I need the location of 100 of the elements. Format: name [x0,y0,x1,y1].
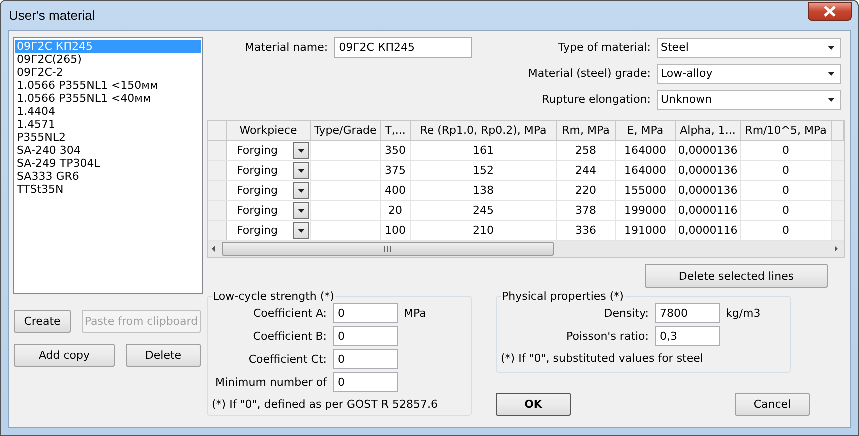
field-label: Coefficient A: [252,306,327,320]
table-cell: 0 [782,204,790,217]
table-cell: 0 [782,164,790,177]
column-header: Workpiece [227,121,311,140]
dropdown[interactable]: Unknown [657,90,841,110]
table-cell: Forging [237,204,278,217]
input-field[interactable]: 0,3 [655,326,720,346]
table-cell: 20 [388,204,402,217]
caret-icon [828,98,835,102]
dropdown[interactable]: Steel [657,38,841,58]
caret-icon [828,46,835,50]
list-item[interactable]: SA-249 TP304L [15,157,201,170]
grip-icon [384,246,392,252]
table-cell: Forging [237,144,278,157]
dropdown[interactable]: Low-alloy [657,64,841,84]
table-cell: 258 [576,144,596,157]
field-label: Material (steel) grade: [528,67,651,80]
field-label: Density: [603,306,649,320]
table-cell: 220 [576,184,596,197]
unit-label: kg/m3 [726,306,761,320]
table-cell: 378 [576,204,596,217]
dropdown-button[interactable] [293,142,309,159]
material-name-field[interactable]: 09Г2С КП245 [334,37,472,58]
caret-icon [298,148,304,152]
button[interactable]: Add copy [14,344,115,367]
list-item[interactable]: 1.0566 P355NL1 <40мм [15,92,201,105]
dropdown-button[interactable] [293,162,309,179]
button[interactable]: Delete [126,344,201,367]
list-item[interactable]: 09Г2С-2 [15,66,201,79]
table-cell: 152 [473,164,494,177]
scroll-thumb[interactable] [222,242,554,256]
button[interactable]: Create [14,310,71,333]
table-cell: 164000 [624,144,666,157]
table-cell: 375 [385,164,406,177]
table-cell: 0 [782,184,790,197]
field-label: Rupture elongation: [542,93,651,106]
window-title: User's material [9,8,96,23]
caret-icon [298,188,304,192]
column-header: T,... [381,121,411,140]
table-cell: 0,0000136 [678,184,738,197]
column-header: Type/Grade [311,121,381,140]
table-cell: 0,0000136 [678,144,738,157]
column-header: Alpha, 1... [676,121,741,140]
table-cell: 400 [385,184,406,197]
table-cell: 0,0000116 [678,204,738,217]
unit-label: MPa [404,306,426,320]
group-title: Low-cycle strength (*) [212,290,336,303]
input-field[interactable]: 0 [333,303,398,323]
close-button[interactable] [808,2,852,20]
field-label: Poisson's ratio: [565,330,649,342]
list-item[interactable]: TTSt35N [15,183,201,196]
caret-icon [298,168,304,172]
field-label: Minimum number of [214,376,327,388]
input-field[interactable]: 0 [333,349,398,369]
table-cell: Forging [237,164,278,177]
ok-button[interactable]: OK [496,393,571,416]
close-icon [823,6,837,16]
table-cell: 0 [782,224,790,237]
column-header: Rm, MPa [557,121,616,140]
table-cell: 0 [782,144,790,157]
delete-lines-button[interactable]: Delete selected lines [645,264,828,288]
horizontal-scrollbar[interactable] [208,241,844,257]
table-cell: 191000 [624,224,666,237]
table-cell: 161 [473,144,494,157]
list-item[interactable]: 1.0566 P355NL1 <150мм [15,79,201,92]
table-cell: 155000 [624,184,666,197]
input-field[interactable]: 0 [333,372,398,392]
footnote: (*) If "0", substituted values for steel [501,352,704,365]
dropdown-button[interactable] [293,182,309,199]
cancel-button[interactable]: Cancel [735,393,810,416]
table-cell: 244 [576,164,596,177]
column-header: Re (Rp1.0, Rp0.2), MPa [411,121,557,140]
group-title: Physical properties (*) [501,290,625,303]
input-field[interactable]: 7800 [655,303,720,323]
field-label: Coefficient B: [252,330,327,342]
table-cell: 0,0000136 [678,164,738,177]
table-cell: 138 [473,184,494,197]
caret-icon [298,208,304,212]
footnote: (*) If "0", defined as per GOST R 52857.6 [212,398,439,411]
field-label: Coefficient Ct: [248,352,327,366]
list-item[interactable]: SA-240 304 [15,144,201,157]
list-item[interactable]: 1.4571 [15,118,201,131]
dropdown-button[interactable] [293,222,309,239]
list-item[interactable]: 1.4404 [15,105,201,118]
table-cell: 210 [473,224,494,237]
list-item[interactable]: SA333 GR6 [15,170,201,183]
list-item[interactable]: 09Г2С(265) [15,53,201,66]
table-cell: 245 [473,204,494,217]
caret-icon [828,72,835,76]
input-field[interactable]: 0 [333,326,398,346]
table-cell: 199000 [624,204,666,217]
table-cell: 164000 [624,164,666,177]
column-header: E, MPa [616,121,676,140]
dropdown-button[interactable] [293,202,309,219]
caret-icon [298,228,304,232]
table-cell: Forging [237,184,278,197]
list-item[interactable]: P355NL2 [15,131,201,144]
field-label: Material name: [245,41,328,54]
field-label: Type of material: [558,41,651,54]
table-cell: 336 [576,224,596,237]
